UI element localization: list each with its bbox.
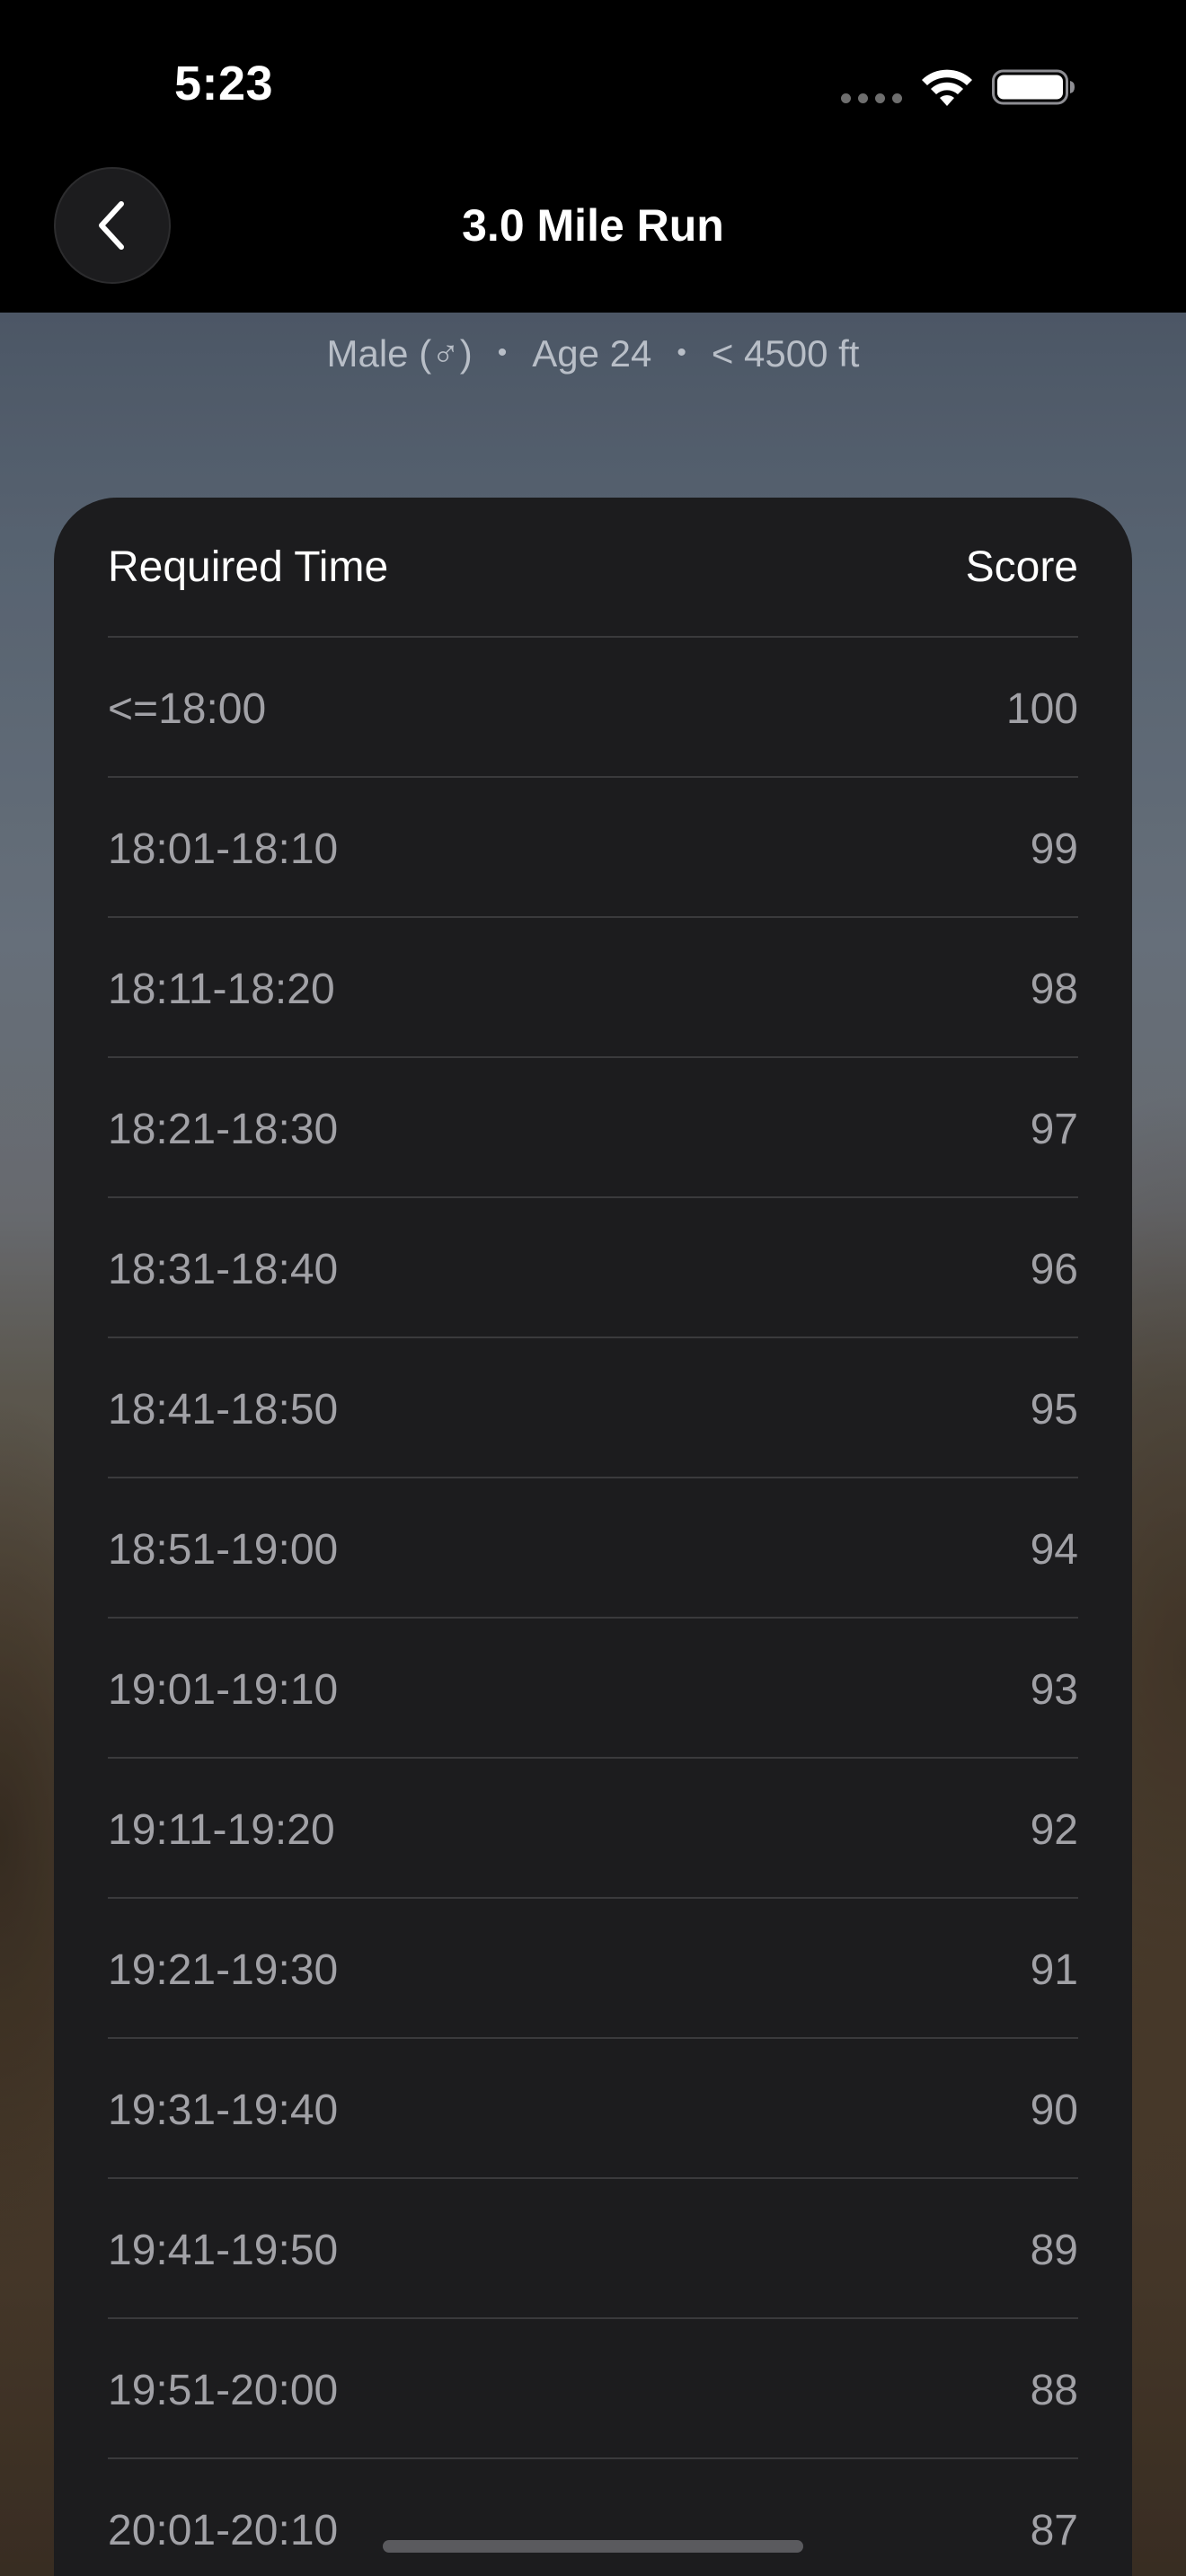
row-time: 18:01-18:10 (108, 825, 339, 873)
table-row: 18:21-18:30 97 (108, 1058, 1078, 1198)
row-score: 99 (1030, 825, 1078, 873)
row-time: 19:21-19:30 (108, 1946, 339, 1994)
age-label: Age 24 (532, 332, 652, 375)
row-score: 95 (1030, 1386, 1078, 1434)
table-row: 18:11-18:20 98 (108, 918, 1078, 1058)
separator-dot: • (677, 337, 686, 367)
table-row: 19:31-19:40 90 (108, 2039, 1078, 2179)
row-time: 19:31-19:40 (108, 2086, 339, 2134)
row-score: 98 (1030, 966, 1078, 1013)
row-score: 88 (1030, 2367, 1078, 2414)
row-score: 90 (1030, 2086, 1078, 2134)
score-table-card[interactable]: Required Time Score <=18:00 100 18:01-18… (54, 498, 1132, 2576)
row-time: 19:51-20:00 (108, 2367, 339, 2414)
sex-label: Male (♂) (326, 332, 473, 375)
altitude-label: < 4500 ft (711, 332, 860, 375)
row-time: 18:21-18:30 (108, 1106, 339, 1153)
table-row: 18:41-18:50 95 (108, 1338, 1078, 1478)
row-score: 93 (1030, 1666, 1078, 1714)
back-button[interactable] (54, 167, 171, 284)
table-header: Required Time Score (108, 498, 1078, 638)
table-rows: <=18:00 100 18:01-18:10 99 18:11-18:20 9… (108, 638, 1078, 2576)
separator-dot: • (497, 337, 508, 367)
row-score: 94 (1030, 1526, 1078, 1574)
row-score: 100 (1005, 685, 1078, 733)
table-row: 19:01-19:10 93 (108, 1619, 1078, 1759)
row-time: <=18:00 (108, 685, 267, 733)
row-score: 87 (1030, 2507, 1078, 2554)
signal-dots-icon (841, 93, 902, 104)
wifi-icon (922, 69, 972, 106)
battery-icon (992, 69, 1075, 105)
row-time: 18:41-18:50 (108, 1386, 339, 1434)
table-row: 18:51-19:00 94 (108, 1478, 1078, 1619)
table-row: 19:51-20:00 88 (108, 2319, 1078, 2459)
table-row: 19:21-19:30 91 (108, 1899, 1078, 2039)
table-row: 19:41-19:50 89 (108, 2179, 1078, 2319)
criteria-summary: Male (♂) • Age 24 • < 4500 ft (0, 332, 1186, 375)
row-score: 91 (1030, 1946, 1078, 1994)
row-score: 92 (1030, 1806, 1078, 1854)
table-row: 20:01-20:10 87 (108, 2459, 1078, 2576)
row-time: 19:41-19:50 (108, 2227, 339, 2274)
column-header-score: Score (965, 543, 1078, 591)
screen: 5:23 3.0 Mile Run Male (♂) • Age 24 • < 4500… (0, 0, 1186, 2576)
row-time: 19:11-19:20 (108, 1806, 335, 1854)
chevron-left-icon (99, 201, 124, 250)
page-title: 3.0 Mile Run (462, 200, 724, 251)
status-bar: 5:23 (0, 0, 1186, 171)
table-row: 19:11-19:20 92 (108, 1759, 1078, 1899)
table-row: <=18:00 100 (108, 638, 1078, 778)
row-score: 97 (1030, 1106, 1078, 1153)
column-header-time: Required Time (108, 543, 389, 591)
row-time: 19:01-19:10 (108, 1666, 339, 1714)
status-time: 5:23 (174, 57, 274, 110)
row-time: 18:31-18:40 (108, 1246, 339, 1293)
home-indicator[interactable] (383, 2540, 803, 2553)
row-time: 20:01-20:10 (108, 2507, 339, 2554)
table-row: 18:01-18:10 99 (108, 778, 1078, 918)
table-row: 18:31-18:40 96 (108, 1198, 1078, 1338)
row-time: 18:11-18:20 (108, 966, 335, 1013)
row-score: 96 (1030, 1246, 1078, 1293)
row-time: 18:51-19:00 (108, 1526, 339, 1574)
row-score: 89 (1030, 2227, 1078, 2274)
